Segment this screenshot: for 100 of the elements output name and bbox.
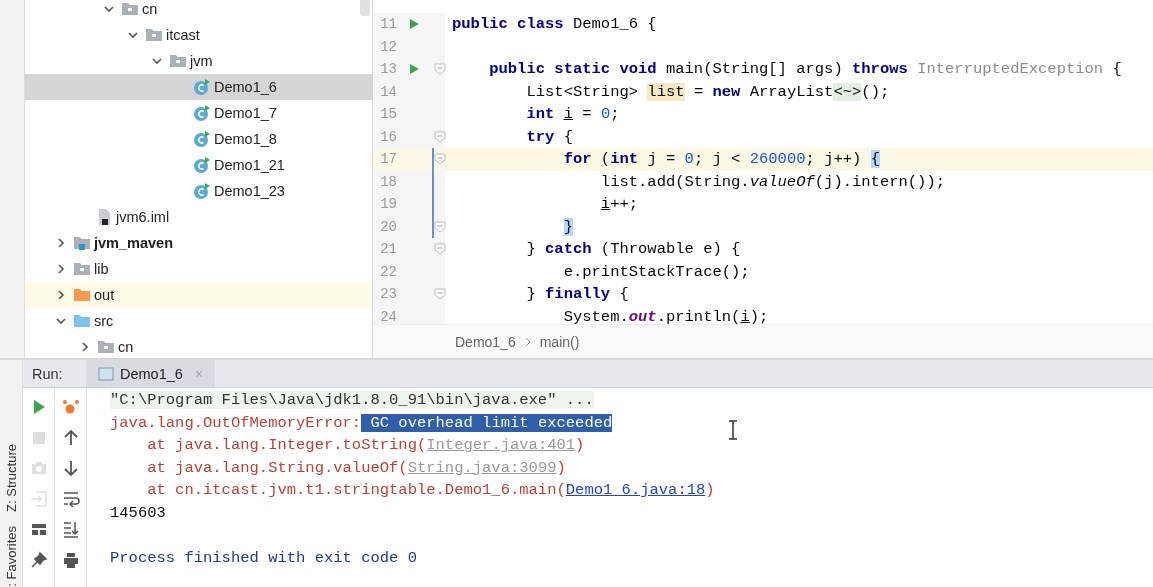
folder-icon: [73, 234, 91, 252]
line-number: 20: [379, 218, 397, 235]
tree-label: Demo1_21: [214, 157, 285, 173]
breadcrumb-item[interactable]: Demo1_6: [455, 333, 516, 350]
tree-item[interactable]: lib: [25, 256, 372, 282]
line-number: 11: [379, 16, 397, 33]
panel-title: Run:: [32, 365, 64, 382]
wrap-icon[interactable]: [61, 489, 80, 508]
line-number: 22: [379, 263, 397, 280]
tree-item[interactable]: jvm_maven: [25, 230, 372, 256]
class-icon: [193, 182, 211, 200]
chevron-right-icon[interactable]: [55, 263, 67, 275]
line-number: 16: [379, 128, 397, 145]
run-icon[interactable]: [408, 63, 420, 76]
class-icon: [193, 156, 211, 174]
class-icon: [193, 104, 211, 122]
code-line: } catch (Throwable e) {: [525, 240, 741, 259]
print-icon[interactable]: [61, 550, 80, 569]
tree-label: src: [94, 313, 114, 329]
tree-item[interactable]: Demo1_8: [25, 126, 372, 152]
tree-label: Demo1_8: [214, 131, 277, 147]
class-icon: [193, 130, 211, 148]
code-line: try {: [525, 127, 573, 146]
breadcrumb-item[interactable]: main(): [539, 333, 580, 350]
folder-icon: [97, 338, 115, 356]
class-icon: [193, 78, 211, 96]
chevron-right-icon[interactable]: [55, 289, 67, 301]
code-line: public class Demo1_6 {: [452, 15, 657, 34]
scrollbar-thumb[interactable]: [360, 0, 370, 16]
window-icon: [98, 366, 114, 381]
tree-label: cn: [118, 339, 134, 355]
tree-label: lib: [94, 261, 109, 277]
folder-icon: [73, 260, 91, 278]
folder-icon: [73, 286, 91, 304]
down-arrow-icon[interactable]: [61, 459, 80, 477]
tree-item[interactable]: Demo1_21: [25, 152, 372, 178]
code-line: e.printStackTrace();: [562, 262, 750, 281]
line-number: 18: [379, 173, 397, 190]
code-line: List<String> list = new ArrayList<~>();: [525, 82, 890, 101]
line-number: 24: [379, 308, 397, 324]
tool-window-tab[interactable]: : Favorites: [3, 526, 19, 587]
folder-icon: [169, 52, 187, 70]
text-cursor-icon: [728, 420, 738, 440]
chevron-down-icon[interactable]: [103, 3, 115, 15]
run-icon[interactable]: [408, 18, 420, 31]
chevron-right-icon[interactable]: [55, 237, 67, 249]
console-line: java.lang.OutOfMemoryError: GC overhead limit exceeded: [110, 413, 613, 432]
tree-label: out: [94, 287, 115, 303]
run-tab[interactable]: Demo1_6 ×: [86, 360, 216, 387]
tab-label: Demo1_6: [120, 365, 183, 382]
tree-item[interactable]: cn: [25, 0, 372, 22]
tree-item[interactable]: Demo1_7: [25, 100, 372, 126]
pin-icon[interactable]: [29, 550, 48, 569]
line-number: 12: [379, 38, 397, 55]
tree-label: jvm6.iml: [116, 209, 170, 225]
file-icon: [97, 208, 113, 226]
line-number: 23: [379, 286, 397, 303]
tree-item[interactable]: cn: [25, 334, 372, 358]
tree-item[interactable]: Demo1_23: [25, 178, 372, 204]
line-number: 17: [379, 151, 397, 168]
tool-window-tab[interactable]: Z: Structure: [3, 444, 19, 513]
line-number: 21: [379, 241, 397, 258]
console-line: Process finished with exit code 0: [110, 548, 417, 567]
tree-item[interactable]: jvm: [25, 48, 372, 74]
chevron-down-icon[interactable]: [151, 55, 163, 67]
chevron-down-icon[interactable]: [127, 29, 139, 41]
dots-icon[interactable]: [61, 398, 80, 416]
console-line: 145603: [110, 503, 166, 522]
tree-label: jvm_maven: [94, 235, 173, 251]
console-line: at cn.itcast.jvm.t1.stringtable.Demo1_6.main(Demo1_6.java:18): [146, 481, 715, 500]
tree-label: itcast: [166, 27, 200, 43]
line-number: 15: [379, 106, 397, 123]
tree-item[interactable]: out: [25, 282, 372, 308]
tree-label: Demo1_23: [214, 183, 285, 199]
folder-icon: [73, 312, 91, 330]
tree-label: cn: [142, 1, 158, 17]
scroll-end-icon[interactable]: [61, 520, 80, 538]
tree-label: jvm: [190, 53, 213, 69]
code-line: i++;: [599, 195, 639, 214]
code-line: for (int j = 0; j < 260000; j++) {: [562, 150, 880, 169]
tree-item[interactable]: src: [25, 308, 372, 334]
code-line: System.out.println(i);: [562, 307, 769, 324]
tree-item[interactable]: jvm6.iml: [25, 204, 372, 230]
folder-icon: [145, 26, 163, 44]
tree-label: Demo1_6: [214, 79, 277, 95]
code-line: list.add(String.valueOf(j).intern());: [599, 172, 945, 191]
tree-item[interactable]: Demo1_6: [25, 74, 372, 100]
console-line: at java.lang.Integer.toString(Integer.java:401): [146, 436, 585, 455]
chevron-right-icon: [523, 336, 532, 347]
line-number: 19: [379, 196, 397, 213]
line-number: 14: [379, 83, 397, 100]
code-line: } finally {: [525, 285, 629, 304]
tree-item[interactable]: itcast: [25, 22, 372, 48]
chevron-down-icon[interactable]: [55, 315, 67, 327]
code-line: public static void main(String[] args) throws InterruptedException {: [488, 60, 1122, 79]
chevron-right-icon[interactable]: [79, 341, 91, 353]
console-line: at java.lang.String.valueOf(String.java:3099): [146, 458, 566, 477]
line-number: 13: [379, 61, 397, 78]
code-line: int i = 0;: [525, 105, 620, 124]
tree-label: Demo1_7: [214, 105, 277, 121]
